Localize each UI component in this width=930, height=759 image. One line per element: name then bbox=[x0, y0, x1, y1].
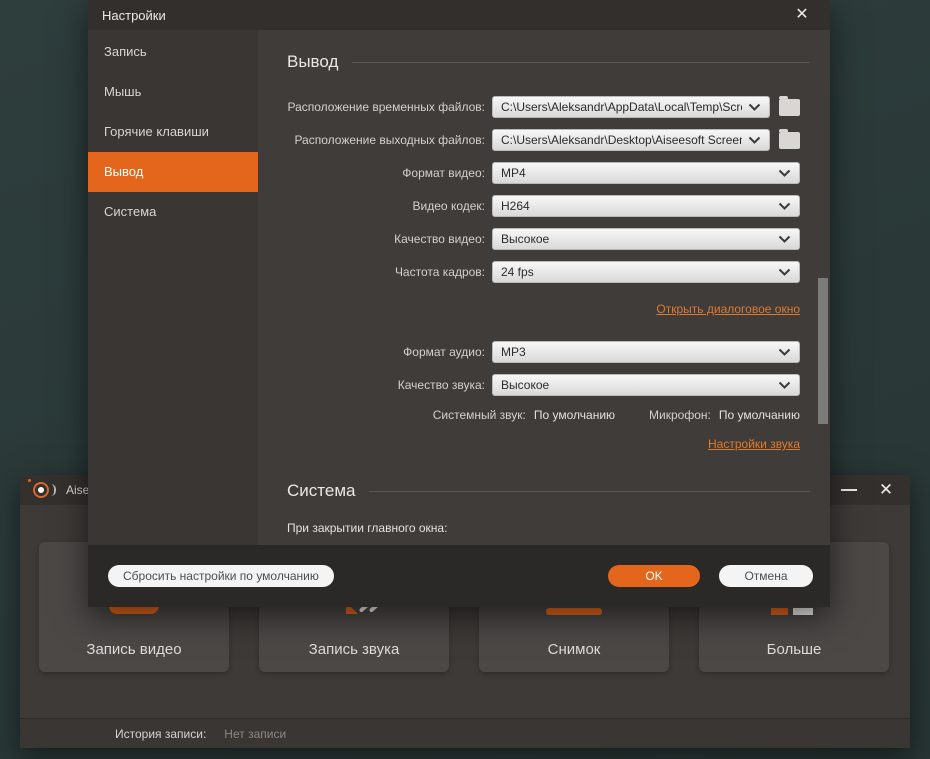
dialog-titlebar: Настройки ✕ bbox=[88, 0, 830, 30]
cancel-button[interactable]: Отмена bbox=[719, 565, 813, 587]
video-codec-dropdown[interactable]: H264 bbox=[492, 195, 800, 217]
output-files-dropdown[interactable]: C:\Users\Aleksandr\Desktop\Aiseesoft Scr… bbox=[492, 129, 770, 151]
section-title: Вывод bbox=[287, 52, 339, 71]
settings-dialog: Настройки ✕ Запись Мышь Горячие клавиши … bbox=[88, 0, 830, 607]
dialog-footer: Сбросить настройки по умолчанию OK Отмен… bbox=[88, 545, 830, 607]
snapshot-camera-icon bbox=[546, 608, 602, 615]
sound-settings-link[interactable]: Настройки звука bbox=[708, 437, 800, 451]
sidebar-item-mouse[interactable]: Мышь bbox=[88, 72, 258, 112]
app-logo-icon bbox=[28, 479, 56, 498]
sidebar-item-hotkeys[interactable]: Горячие клавиши bbox=[88, 112, 258, 152]
card-label: Снимок bbox=[547, 641, 601, 658]
chevron-down-icon bbox=[748, 103, 761, 111]
row-temp-files: Расположение временных файлов: C:\Users\… bbox=[258, 95, 830, 118]
close-icon[interactable]: ✕ bbox=[876, 480, 896, 500]
card-label: Запись звука bbox=[308, 641, 400, 658]
row-frame-rate: Частота кадров: 24 fps bbox=[258, 261, 830, 283]
scrollbar-thumb[interactable] bbox=[818, 278, 828, 424]
dialog-title: Настройки bbox=[102, 7, 166, 23]
audio-quality-dropdown[interactable]: Высокое bbox=[492, 374, 800, 396]
chevron-down-icon bbox=[778, 348, 791, 356]
open-dialog-link[interactable]: Открыть диалоговое окно bbox=[656, 302, 800, 316]
card-label: Запись видео bbox=[86, 641, 182, 658]
chevron-down-icon bbox=[778, 381, 791, 389]
chevron-down-icon bbox=[748, 136, 761, 144]
status-bar: История записи: Нет записи bbox=[20, 718, 910, 748]
history-value: Нет записи bbox=[224, 726, 287, 741]
video-format-dropdown[interactable]: MP4 bbox=[492, 162, 800, 184]
video-quality-dropdown[interactable]: Высокое bbox=[492, 228, 800, 250]
folder-icon[interactable] bbox=[779, 95, 800, 116]
chevron-down-icon bbox=[778, 268, 791, 276]
more-grid-icon bbox=[771, 608, 788, 615]
chevron-down-icon bbox=[778, 202, 791, 210]
system-section-heading: Система bbox=[258, 481, 830, 501]
row-audio-format: Формат аудио: MP3 bbox=[258, 341, 830, 363]
close-behavior-label: При закрытии главного окна: bbox=[287, 521, 448, 535]
sidebar-item-system[interactable]: Система bbox=[88, 192, 258, 232]
settings-sidebar: Запись Мышь Горячие клавиши Вывод Систем… bbox=[88, 30, 258, 545]
settings-content: Вывод Расположение временных файлов: C:\… bbox=[258, 30, 830, 545]
output-section-heading: Вывод bbox=[258, 52, 830, 72]
row-video-codec: Видео кодек: H264 bbox=[258, 195, 830, 217]
card-label: Больше bbox=[766, 641, 822, 658]
sound-status-row: Системный звук: По умолчанию Микрофон: По … bbox=[258, 407, 800, 423]
section-title: Система bbox=[287, 481, 356, 500]
sidebar-item-record[interactable]: Запись bbox=[88, 32, 258, 72]
video-camera-icon bbox=[109, 606, 159, 614]
row-video-format: Формат видео: MP4 bbox=[258, 162, 830, 184]
temp-files-dropdown[interactable]: C:\Users\Aleksandr\AppData\Local\Temp\Sc… bbox=[492, 96, 770, 118]
close-icon[interactable]: ✕ bbox=[792, 5, 812, 25]
minimize-icon[interactable] bbox=[840, 481, 858, 499]
ok-button[interactable]: OK bbox=[608, 565, 700, 587]
system-sound-status: Системный звук: По умолчанию bbox=[432, 408, 616, 422]
row-video-quality: Качество видео: Высокое bbox=[258, 228, 830, 250]
chevron-down-icon bbox=[778, 235, 791, 243]
row-output-files: Расположение выходных файлов: C:\Users\A… bbox=[258, 128, 830, 151]
reset-defaults-button[interactable]: Сбросить настройки по умолчанию bbox=[108, 565, 334, 587]
microphone-status: Микрофон: По умолчанию bbox=[649, 408, 800, 422]
row-audio-quality: Качество звука: Высокое bbox=[258, 374, 830, 396]
folder-icon[interactable] bbox=[779, 128, 800, 149]
sidebar-item-output[interactable]: Вывод bbox=[88, 152, 258, 192]
frame-rate-dropdown[interactable]: 24 fps bbox=[492, 261, 800, 283]
audio-format-dropdown[interactable]: MP3 bbox=[492, 341, 800, 363]
chevron-down-icon bbox=[778, 169, 791, 177]
history-label: История записи: bbox=[115, 726, 207, 741]
